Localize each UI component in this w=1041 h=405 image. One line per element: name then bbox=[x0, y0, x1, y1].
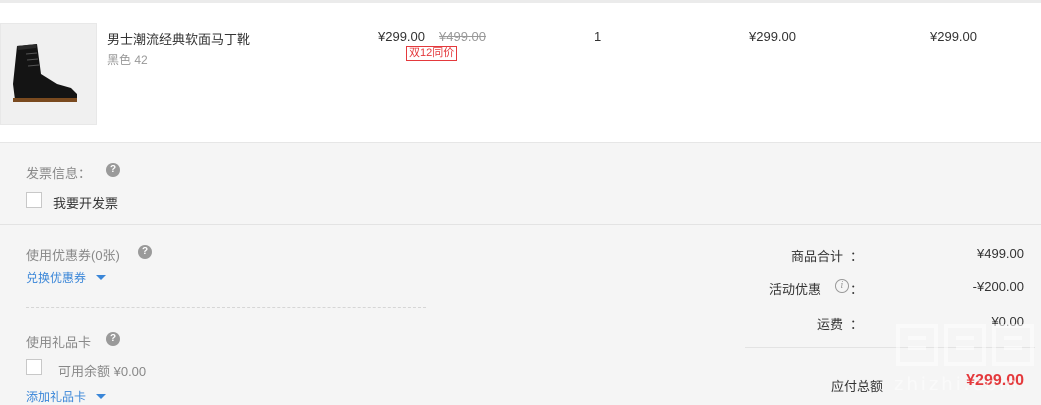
quantity: 1 bbox=[594, 29, 602, 44]
goods-total-label: 商品合计 bbox=[790, 249, 843, 264]
coupon-help-icon[interactable]: ? bbox=[138, 245, 152, 259]
product-name[interactable]: 男士潮流经典软面马丁靴 bbox=[107, 29, 250, 48]
line-total: ¥299.00 bbox=[930, 29, 977, 44]
invoice-title: 发票信息： bbox=[26, 166, 92, 181]
invoice-checkbox[interactable] bbox=[26, 192, 42, 208]
svg-text:zhizhi.com: zhizhi.com bbox=[894, 374, 1020, 395]
invoice-help-icon[interactable]: ? bbox=[106, 163, 120, 177]
site-watermark: zhizhi.com bbox=[890, 318, 1041, 400]
boot-image-icon bbox=[13, 44, 77, 102]
product-thumbnail[interactable] bbox=[0, 23, 97, 125]
gift-card-checkbox[interactable] bbox=[26, 359, 42, 375]
discount-value: -¥200.00 bbox=[972, 279, 1024, 294]
gift-card-help-icon[interactable]: ? bbox=[106, 332, 120, 346]
cart-product-row: 男士潮流经典软面马丁靴 黑色 42 ¥299.00 ¥499.00 双12同价 … bbox=[0, 3, 1041, 143]
info-icon[interactable]: i bbox=[835, 279, 849, 293]
chevron-down-icon[interactable] bbox=[96, 394, 106, 399]
gift-card-title: 使用礼品卡 bbox=[26, 335, 92, 350]
gift-card-balance-label[interactable]: 可用余额 ¥0.00 bbox=[58, 361, 146, 380]
goods-total-colon: ： bbox=[850, 249, 864, 264]
current-price: ¥299.00 bbox=[378, 29, 425, 44]
payable-label: 应付总额 bbox=[830, 379, 883, 394]
section-divider bbox=[26, 307, 426, 308]
invoice-section: 发票信息： ? 我要开发票 bbox=[0, 143, 1041, 225]
unit-subtotal: ¥299.00 bbox=[749, 29, 796, 44]
watermark-logo-icon: zhizhi.com bbox=[894, 324, 1034, 395]
chevron-down-icon[interactable] bbox=[96, 275, 106, 280]
product-spec: 黑色 42 bbox=[107, 53, 148, 67]
original-price: ¥499.00 bbox=[439, 29, 486, 44]
shipping-label: 运费 bbox=[816, 317, 843, 332]
invoice-checkbox-label[interactable]: 我要开发票 bbox=[53, 193, 118, 212]
add-gift-card-link[interactable]: 添加礼品卡 bbox=[26, 388, 86, 405]
goods-total-value: ¥499.00 bbox=[977, 246, 1024, 261]
shipping-colon: ： bbox=[850, 317, 864, 332]
discount-label: 活动优惠 bbox=[768, 282, 821, 297]
promo-tag: 双12同价 bbox=[406, 46, 458, 61]
discount-colon: ： bbox=[850, 282, 864, 297]
redeem-coupon-link[interactable]: 兑换优惠券 bbox=[26, 269, 86, 286]
coupon-title: 使用优惠券(0张) bbox=[26, 248, 120, 263]
